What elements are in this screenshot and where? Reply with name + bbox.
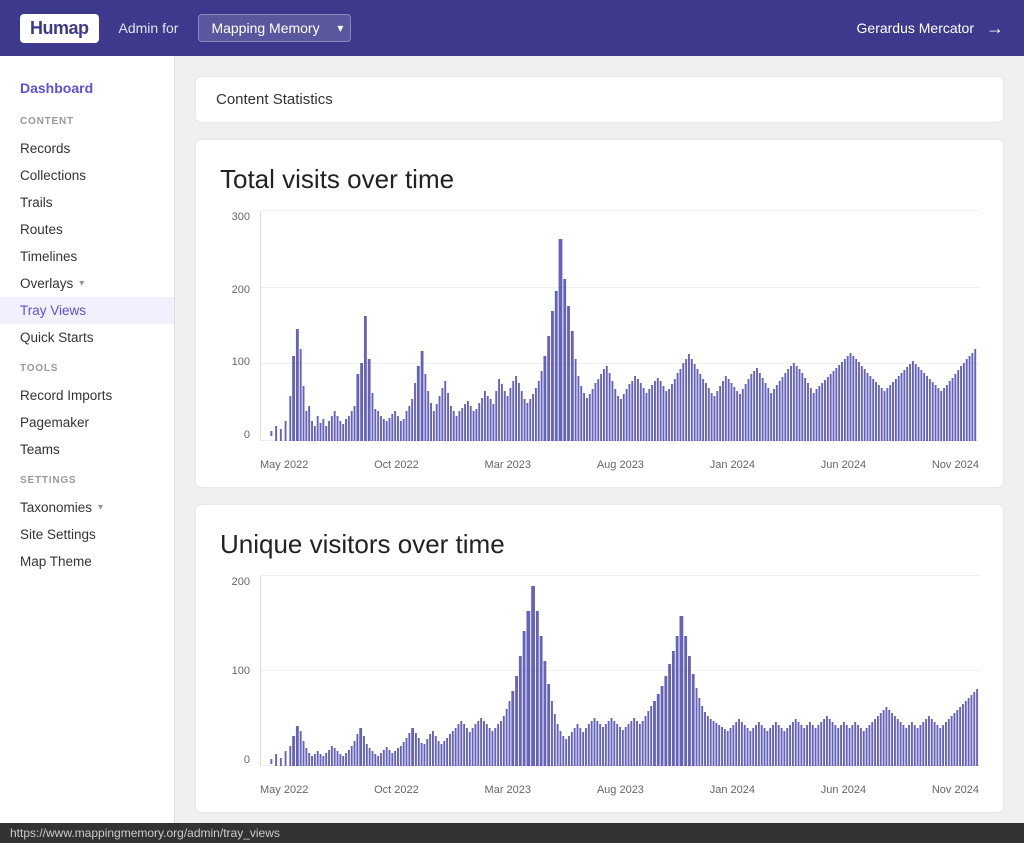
- content-statistics-header: Content Statistics: [195, 76, 1004, 123]
- admin-for-label: Admin for: [119, 20, 179, 36]
- header-left: Humap Admin for Mapping Memory: [20, 14, 351, 43]
- main-content: Content Statistics Total visits over tim…: [175, 56, 1024, 823]
- taxonomies-caret: ▾: [98, 502, 103, 513]
- sidebar: Dashboard CONTENT Records Collections Tr…: [0, 56, 175, 823]
- x-label-aug2023: Aug 2023: [597, 459, 644, 471]
- chart-total-visits: Total visits over time 300 200 100 0: [195, 139, 1004, 488]
- status-bar: https://www.mappingmemory.org/admin/tray…: [0, 823, 1024, 843]
- sidebar-item-quick-starts[interactable]: Quick Starts: [0, 324, 174, 351]
- sidebar-section-content: CONTENT: [0, 112, 174, 131]
- sidebar-item-timelines[interactable]: Timelines: [0, 243, 174, 270]
- y-label-300: 300: [232, 211, 250, 223]
- sidebar-item-tray-views[interactable]: Tray Views: [0, 297, 174, 324]
- user-name: Gerardus Mercator: [857, 20, 974, 36]
- map-selector[interactable]: Mapping Memory: [198, 14, 351, 42]
- sidebar-item-map-theme[interactable]: Map Theme: [0, 548, 174, 575]
- y2-label-0: 0: [244, 754, 250, 766]
- app-header: Humap Admin for Mapping Memory Gerardus …: [0, 0, 1024, 56]
- sidebar-item-overlays[interactable]: Overlays ▾: [0, 270, 174, 297]
- y-label-0: 0: [244, 429, 250, 441]
- chart2-x-axis: May 2022 Oct 2022 Mar 2023 Aug 2023 Jan …: [260, 768, 979, 796]
- y2-label-200: 200: [232, 576, 250, 588]
- sidebar-item-pagemaker[interactable]: Pagemaker: [0, 409, 174, 436]
- chart1-bars-svg: [261, 211, 979, 441]
- main-layout: Dashboard CONTENT Records Collections Tr…: [0, 56, 1024, 823]
- header-right: Gerardus Mercator →: [857, 18, 1004, 39]
- x-label-nov2024: Nov 2024: [932, 459, 979, 471]
- x2-label-jun2024: Jun 2024: [821, 784, 866, 796]
- x-label-oct2022: Oct 2022: [374, 459, 419, 471]
- chart1-y-axis: 300 200 100 0: [220, 211, 256, 441]
- x-label-jan2024: Jan 2024: [710, 459, 755, 471]
- x2-label-jan2024: Jan 2024: [710, 784, 755, 796]
- y-label-200: 200: [232, 284, 250, 296]
- x2-label-aug2023: Aug 2023: [597, 784, 644, 796]
- chart1-container: 300 200 100 0: [220, 211, 979, 471]
- y-label-100: 100: [232, 356, 250, 368]
- sidebar-section-settings: SETTINGS: [0, 471, 174, 490]
- chart2-bars-svg: [261, 576, 979, 766]
- overlays-caret: ▾: [79, 278, 84, 289]
- map-selector-wrapper[interactable]: Mapping Memory: [198, 14, 351, 42]
- sidebar-item-dashboard[interactable]: Dashboard: [0, 72, 174, 104]
- x-label-jun2024: Jun 2024: [821, 459, 866, 471]
- x-label-may2022: May 2022: [260, 459, 308, 471]
- sidebar-item-teams[interactable]: Teams: [0, 436, 174, 463]
- chart2-y-axis: 200 100 0: [220, 576, 256, 766]
- x2-label-oct2022: Oct 2022: [374, 784, 419, 796]
- chart-unique-visitors: Unique visitors over time 200 100 0: [195, 504, 1004, 813]
- chart1-title: Total visits over time: [220, 164, 979, 195]
- sidebar-item-record-imports[interactable]: Record Imports: [0, 382, 174, 409]
- sidebar-item-trails[interactable]: Trails: [0, 189, 174, 216]
- sidebar-item-records[interactable]: Records: [0, 135, 174, 162]
- x2-label-may2022: May 2022: [260, 784, 308, 796]
- logout-button[interactable]: →: [986, 18, 1004, 39]
- chart2-container: 200 100 0: [220, 576, 979, 796]
- chart2-area: [260, 576, 979, 766]
- chart1-x-axis: May 2022 Oct 2022 Mar 2023 Aug 2023 Jan …: [260, 443, 979, 471]
- status-url: https://www.mappingmemory.org/admin/tray…: [10, 826, 280, 840]
- sidebar-item-taxonomies[interactable]: Taxonomies ▾: [0, 494, 174, 521]
- x2-label-mar2023: Mar 2023: [485, 784, 531, 796]
- x2-label-nov2024: Nov 2024: [932, 784, 979, 796]
- logo: Humap: [20, 14, 99, 43]
- sidebar-item-collections[interactable]: Collections: [0, 162, 174, 189]
- sidebar-item-routes[interactable]: Routes: [0, 216, 174, 243]
- sidebar-section-tools: TOOLS: [0, 359, 174, 378]
- sidebar-item-site-settings[interactable]: Site Settings: [0, 521, 174, 548]
- chart1-area: [260, 211, 979, 441]
- x-label-mar2023: Mar 2023: [485, 459, 531, 471]
- y2-label-100: 100: [232, 665, 250, 677]
- chart2-title: Unique visitors over time: [220, 529, 979, 560]
